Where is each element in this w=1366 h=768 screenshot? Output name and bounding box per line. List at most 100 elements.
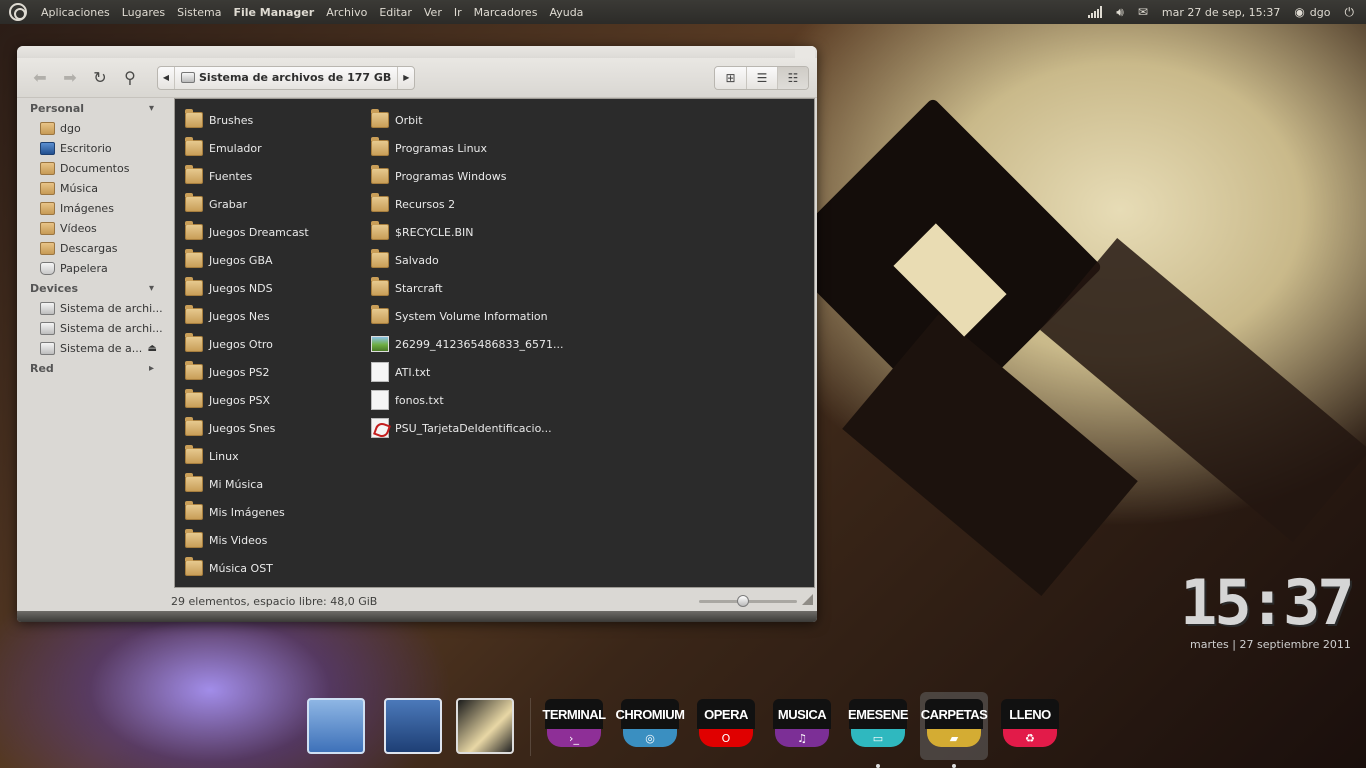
dock-launcher-emesene[interactable]: EMESENE ▭	[848, 699, 909, 751]
menu-sistema[interactable]: Sistema	[171, 6, 227, 19]
network-icon[interactable]	[1088, 6, 1103, 18]
sidebar-item-3[interactable]: Documentos	[17, 158, 167, 178]
file-item[interactable]: Juegos GBA	[175, 246, 361, 274]
dock-launcher-lleno[interactable]: LLENO ♻	[1001, 699, 1059, 751]
file-item[interactable]: Fuentes	[175, 162, 361, 190]
file-item[interactable]: Mis Imágenes	[175, 498, 361, 526]
compact-view-button[interactable]: ☷	[777, 66, 808, 89]
file-item[interactable]: Brushes	[175, 106, 361, 134]
user-menu[interactable]: ◉ dgo	[1294, 5, 1330, 19]
file-item[interactable]: Orbit	[361, 106, 561, 134]
breadcrumb-left-arrow-icon[interactable]: ◀	[158, 73, 174, 82]
file-item[interactable]: Juegos Dreamcast	[175, 218, 361, 246]
sidebar-item-1[interactable]: dgo	[17, 118, 167, 138]
file-item[interactable]: Mis Videos	[175, 526, 361, 554]
ubuntu-logo-icon[interactable]	[9, 3, 27, 21]
file-item[interactable]: ATI.txt	[361, 358, 561, 386]
file-item[interactable]: Juegos PS2	[175, 358, 361, 386]
sidebar-item-5[interactable]: Imágenes	[17, 198, 167, 218]
titlebar[interactable]	[17, 46, 817, 58]
dock-app-workspaces[interactable]	[307, 698, 365, 754]
power-icon[interactable]: ⏻	[1345, 5, 1355, 20]
volume-icon[interactable]: 🔊︎	[1116, 5, 1124, 20]
dock-launcher-terminal[interactable]: TERMINAL ›_	[542, 699, 606, 751]
file-item[interactable]: 26299_412365486833_6571...	[361, 330, 563, 358]
launcher-label: CARPETAS	[921, 699, 988, 729]
window-control[interactable]	[795, 46, 815, 58]
breadcrumb-segment[interactable]: Sistema de archivos de 177 GB	[174, 66, 399, 89]
menu-archivo[interactable]: Archivo	[320, 6, 373, 19]
file-item[interactable]: $RECYCLE.BIN	[361, 218, 561, 246]
file-item[interactable]: Salvado	[361, 246, 561, 274]
zoom-slider-knob[interactable]	[737, 595, 750, 607]
menu-file-manager[interactable]: File Manager	[227, 6, 320, 19]
file-item[interactable]: Mi Música	[175, 470, 361, 498]
back-button[interactable]: ⬅	[25, 64, 55, 92]
menu-lugares[interactable]: Lugares	[116, 6, 171, 19]
sidebar-item-4[interactable]: Música	[17, 178, 167, 198]
menu-aplicaciones[interactable]: Aplicaciones	[35, 6, 116, 19]
file-item[interactable]: Grabar	[175, 190, 361, 218]
file-item[interactable]: fonos.txt	[361, 386, 561, 414]
folder-icon	[185, 557, 203, 576]
file-item[interactable]: Programas Linux	[361, 134, 561, 162]
user-icon: ◉	[1294, 5, 1305, 19]
mail-icon[interactable]: ✉	[1138, 5, 1148, 19]
menu-marcadores[interactable]: Marcadores	[468, 6, 544, 19]
icon-view-button[interactable]: ⊞	[715, 66, 746, 89]
folder-icon	[185, 109, 203, 128]
sidebar: Personal ▾ dgo Escritorio Documentos Música…	[17, 98, 167, 598]
view-switcher: ⊞ ☰ ☷	[714, 65, 809, 90]
list-view-button[interactable]: ☰	[746, 66, 777, 89]
search-button[interactable]: ⚲	[115, 64, 145, 92]
file-item[interactable]: Linux	[175, 442, 361, 470]
folder-icon	[185, 193, 203, 212]
breadcrumb-right-arrow-icon[interactable]: ▶	[398, 73, 414, 82]
menu-ayuda[interactable]: Ayuda	[543, 6, 589, 19]
resize-grip-icon[interactable]	[802, 594, 813, 605]
sidebar-section-devices[interactable]: Devices ▾	[17, 278, 167, 298]
reload-button[interactable]: ↻	[85, 64, 115, 92]
sidebar-item-8[interactable]: Papelera	[17, 258, 167, 278]
sidebar-section-personal[interactable]: Personal ▾	[17, 98, 167, 118]
sidebar-item-2[interactable]: Escritorio	[17, 138, 167, 158]
folder-icon	[185, 277, 203, 296]
clock-indicator[interactable]: mar 27 de sep, 15:37	[1162, 6, 1280, 19]
launcher-label: TERMINAL	[542, 699, 606, 729]
menu-editar[interactable]: Editar	[373, 6, 418, 19]
file-item[interactable]: System Volume Information	[361, 302, 561, 330]
dock-launcher-carpetas[interactable]: CARPETAS ▰	[921, 699, 988, 751]
file-item[interactable]: Música OST	[175, 554, 361, 582]
sidebar-item-6[interactable]: Vídeos	[17, 218, 167, 238]
file-view[interactable]: Brushes Emulador Fuentes Grabar Juegos Dream…	[174, 98, 815, 588]
forward-button[interactable]: ➡	[55, 64, 85, 92]
dock-app-editor[interactable]	[384, 698, 442, 754]
file-item[interactable]: Juegos Otro	[175, 330, 361, 358]
zoom-slider[interactable]	[699, 595, 797, 607]
dock-launcher-opera[interactable]: OPERA O	[697, 699, 755, 751]
sidebar-device-1[interactable]: Sistema de archi...	[17, 298, 167, 318]
file-item[interactable]: Programas Windows	[361, 162, 561, 190]
sidebar-section-network[interactable]: Red ▸	[17, 358, 167, 378]
file-item[interactable]: Juegos NDS	[175, 274, 361, 302]
dock-app-wallpaper[interactable]	[456, 698, 514, 754]
file-item[interactable]: Starcraft	[361, 274, 561, 302]
eject-icon[interactable]: ⏏	[148, 343, 157, 354]
menu-ir[interactable]: Ir	[448, 6, 468, 19]
menu-ver[interactable]: Ver	[418, 6, 448, 19]
file-item[interactable]: Emulador	[175, 134, 361, 162]
file-name: Emulador	[209, 141, 262, 155]
file-item[interactable]: Juegos Snes	[175, 414, 361, 442]
dock-launcher-chromium[interactable]: CHROMIUM ◎	[616, 699, 685, 751]
sidebar-device-2[interactable]: Sistema de archi...	[17, 318, 167, 338]
sidebar-device-3[interactable]: Sistema de a... ⏏	[17, 338, 167, 358]
folder-icon	[185, 165, 203, 184]
sidebar-item-7[interactable]: Descargas	[17, 238, 167, 258]
chevron-down-icon: ▾	[148, 102, 154, 114]
file-item[interactable]: Juegos PSX	[175, 386, 361, 414]
file-item[interactable]: PSU_TarjetaDeIdentificacio...	[361, 414, 561, 442]
dock-launcher-musica[interactable]: MUSICA ♫	[773, 699, 831, 751]
file-item[interactable]: Recursos 2	[361, 190, 561, 218]
text-icon	[371, 362, 389, 382]
file-item[interactable]: Juegos Nes	[175, 302, 361, 330]
